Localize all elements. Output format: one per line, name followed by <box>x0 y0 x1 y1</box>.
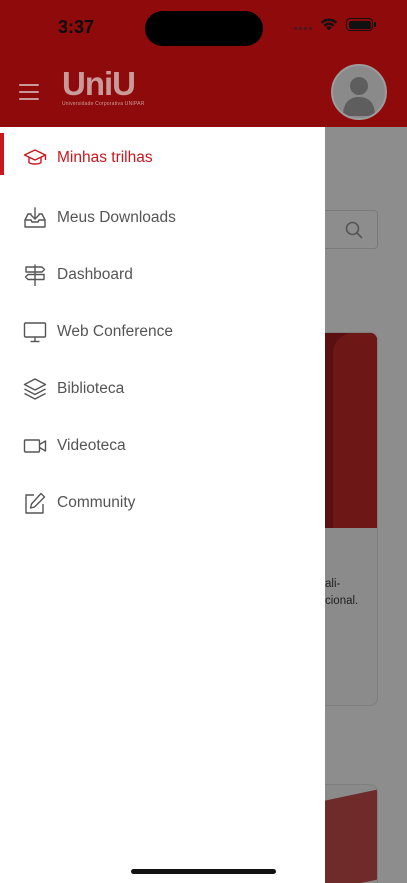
background-course-card: ali- cional. <box>325 332 378 706</box>
menu-toggle-button[interactable] <box>19 84 39 100</box>
cellular-signal-icon <box>294 20 312 30</box>
layers-icon <box>22 376 48 402</box>
menu-item-biblioteca[interactable]: Biblioteca <box>0 360 325 417</box>
menu-item-meus-downloads[interactable]: Meus Downloads <box>0 189 325 246</box>
edit-icon <box>22 490 48 516</box>
menu-item-community[interactable]: Community <box>0 474 325 531</box>
user-icon <box>343 77 375 116</box>
course-image <box>325 333 377 528</box>
menu-item-dashboard[interactable]: Dashboard <box>0 246 325 303</box>
menu-item-label: Meus Downloads <box>57 208 176 226</box>
menu-item-web-conference[interactable]: Web Conference <box>0 303 325 360</box>
navigation-drawer: Minhas trilhas Meus Downloads Dashboard … <box>0 127 325 883</box>
menu-item-label: Web Conference <box>57 322 174 340</box>
dynamic-island <box>145 11 263 46</box>
status-time: 3:37 <box>58 17 95 37</box>
background-course-card-2 <box>325 784 378 883</box>
status-icons <box>294 18 376 31</box>
avatar[interactable] <box>331 64 387 120</box>
graduation-cap-icon <box>22 145 48 171</box>
logo-subtitle: Universidade Corporativa UNIPAR <box>62 101 145 107</box>
menu-item-label: Biblioteca <box>57 379 125 397</box>
background-page: ali- cional. <box>325 127 407 883</box>
logo-text: UniU <box>62 65 136 102</box>
menu-item-label: Videoteca <box>57 436 126 454</box>
battery-icon <box>346 18 376 31</box>
wifi-icon <box>320 18 338 31</box>
menu-item-videoteca[interactable]: Videoteca <box>0 417 325 474</box>
drawer-menu: Minhas trilhas Meus Downloads Dashboard … <box>0 127 325 531</box>
search-icon <box>345 221 363 239</box>
monitor-icon <box>22 319 48 345</box>
menu-item-minhas-trilhas[interactable]: Minhas trilhas <box>0 127 325 189</box>
background-search-box <box>325 210 378 249</box>
home-indicator[interactable] <box>131 869 276 874</box>
signpost-icon <box>22 262 48 288</box>
menu-item-label: Community <box>57 493 136 511</box>
course-description: ali- cional. <box>325 578 359 607</box>
menu-item-label: Minhas trilhas <box>57 149 153 166</box>
download-tray-icon <box>22 205 48 231</box>
logo: UniU Universidade Corporativa UNIPAR <box>62 67 145 113</box>
app-header: 3:37 UniU Universidade Corporativa UNIPA… <box>0 0 407 127</box>
video-camera-icon <box>22 433 48 459</box>
menu-item-label: Dashboard <box>57 265 133 283</box>
